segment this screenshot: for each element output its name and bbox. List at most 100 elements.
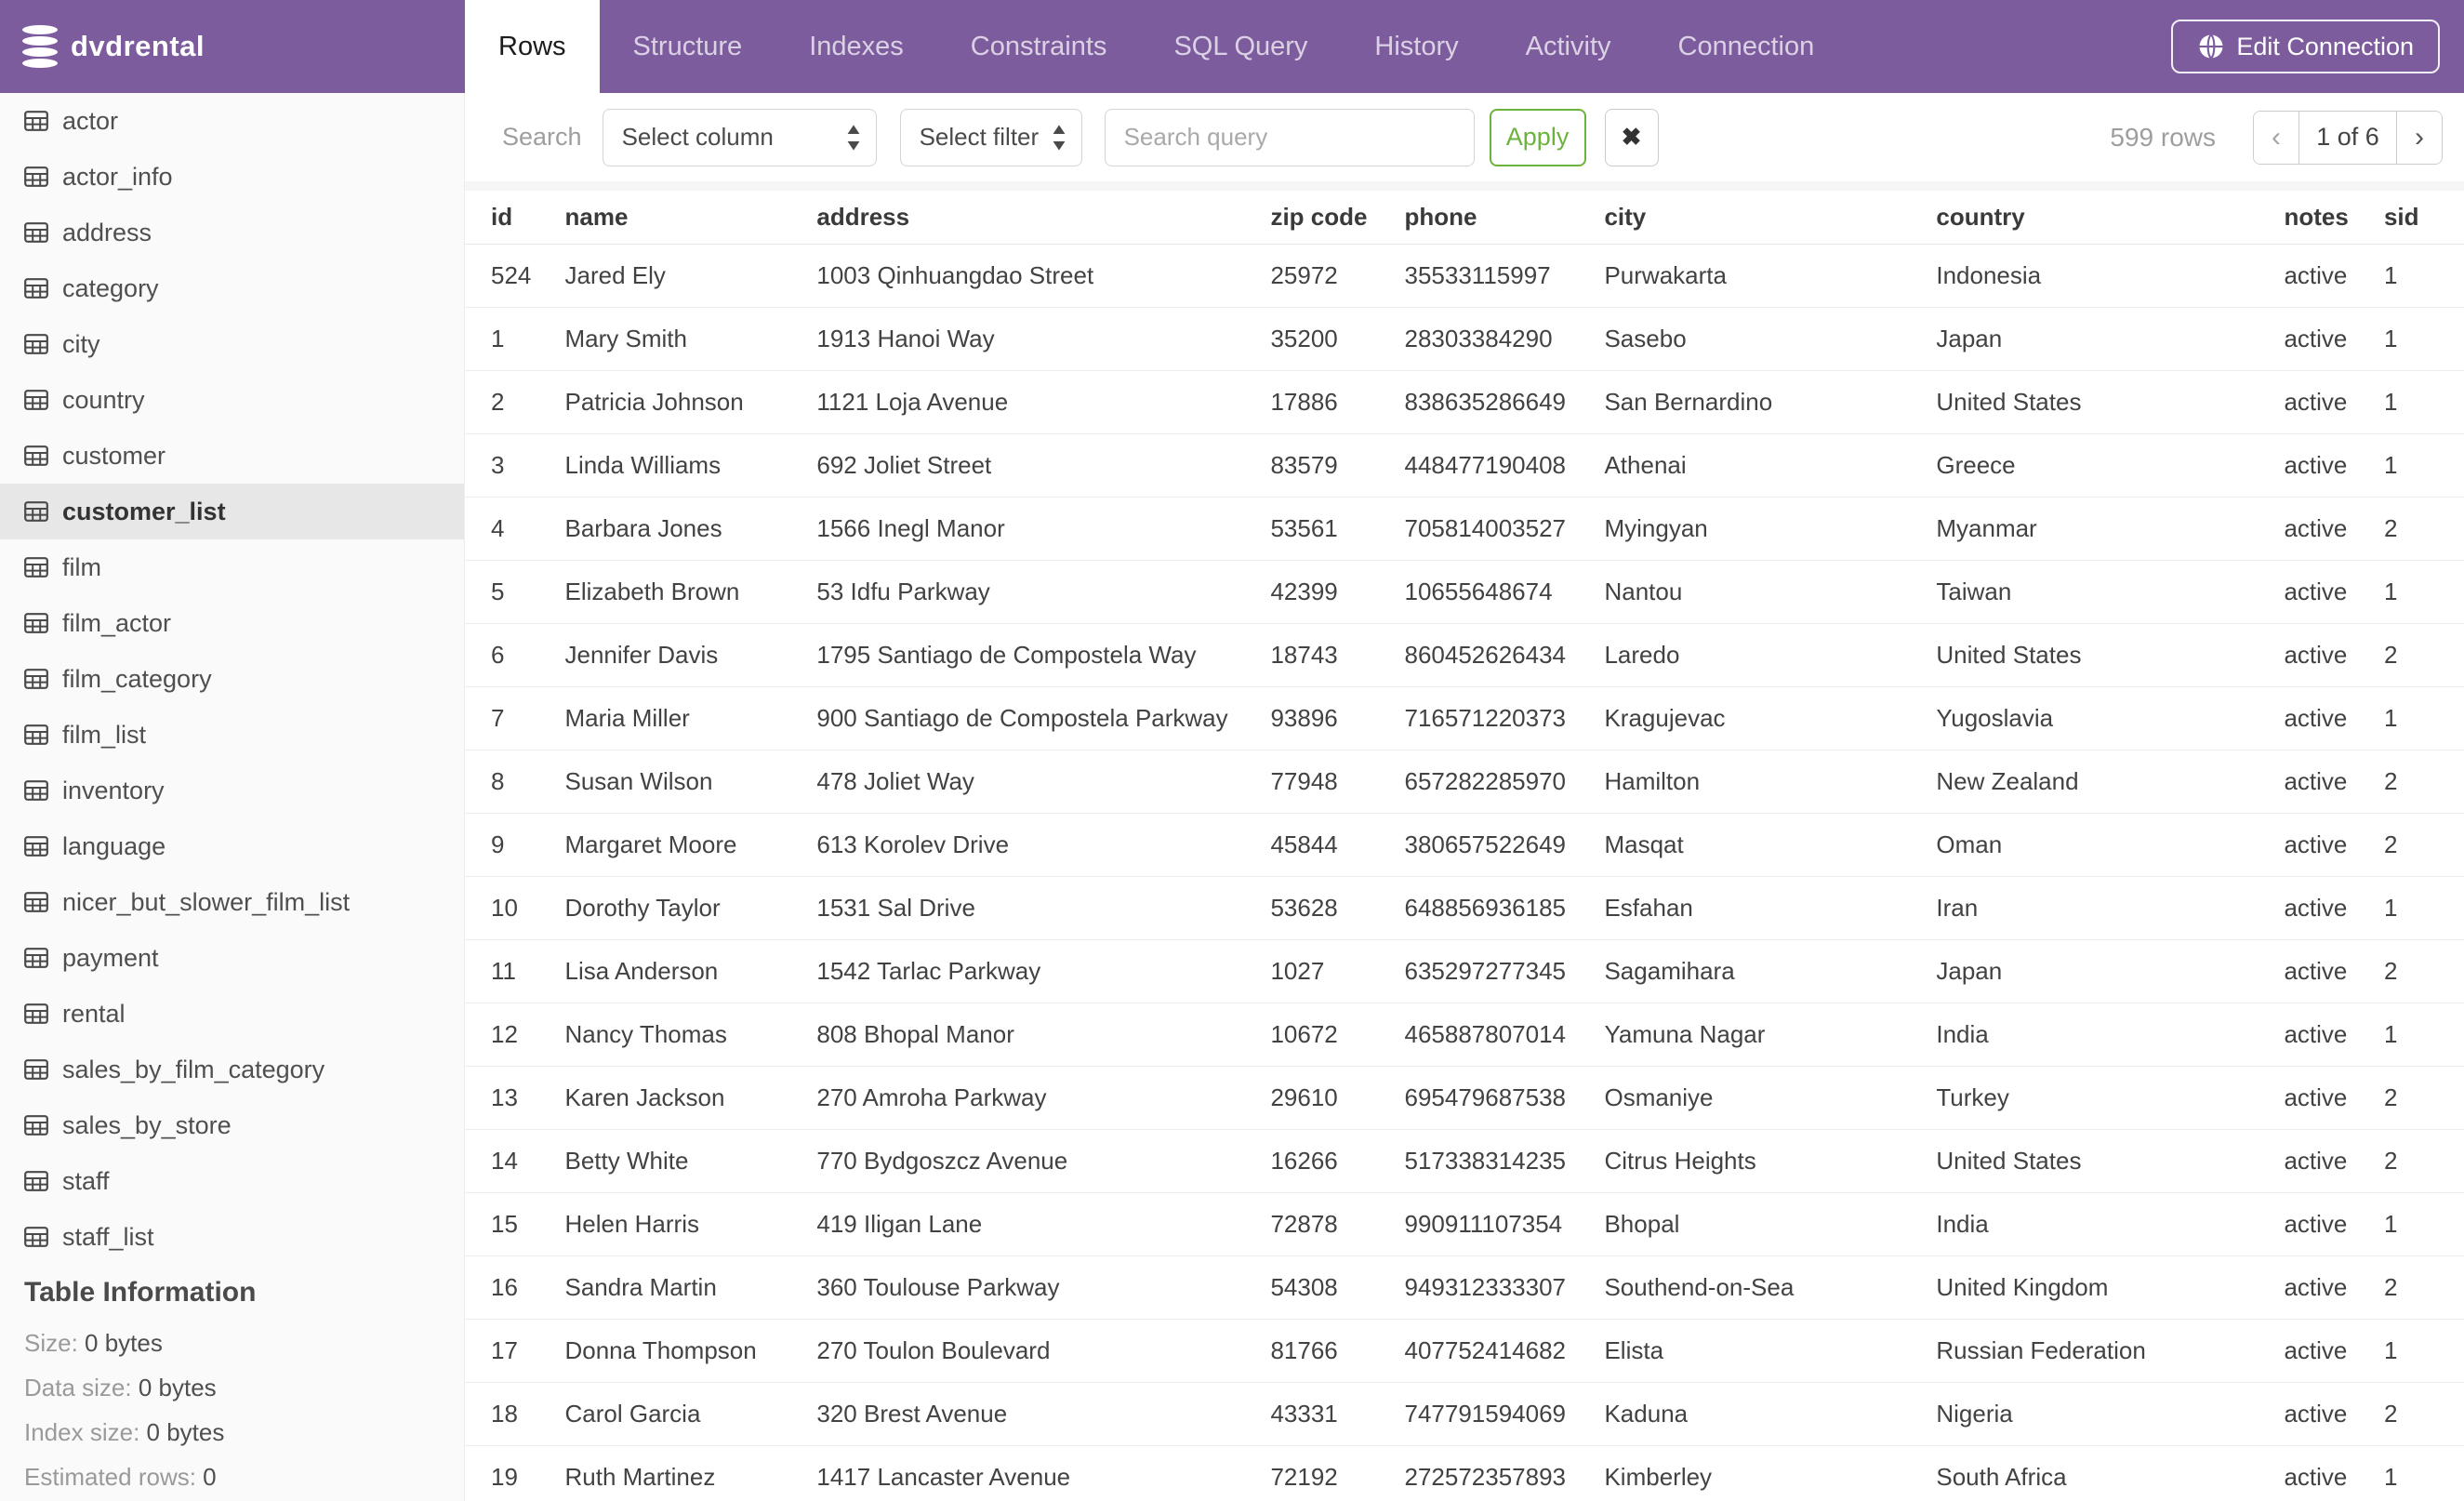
column-header-city[interactable]: city bbox=[1604, 191, 1937, 245]
table-cell: 635297277345 bbox=[1404, 939, 1605, 1003]
sidebar-item-label: language bbox=[62, 831, 166, 860]
sidebar-item-language[interactable]: language bbox=[0, 818, 464, 874]
sidebar-item-city[interactable]: city bbox=[0, 316, 464, 372]
table-cell: 838635286649 bbox=[1404, 370, 1605, 434]
table-row[interactable]: 13 Karen Jackson 270 Amroha Parkway 29610 69… bbox=[465, 1066, 2464, 1130]
table-row[interactable]: 524 Jared Ely 1003 Qinhuangdao Street 25972… bbox=[465, 244, 2464, 308]
sidebar-item-customer[interactable]: customer bbox=[0, 428, 464, 484]
table-cell: active bbox=[2284, 876, 2384, 940]
tab-indexes[interactable]: Indexes bbox=[775, 0, 937, 93]
table-cell: 407752414682 bbox=[1404, 1319, 1605, 1383]
table-row[interactable]: 15 Helen Harris 419 Iligan Lane 72878 990911… bbox=[465, 1192, 2464, 1256]
sidebar-item-inventory[interactable]: inventory bbox=[0, 763, 464, 818]
sidebar-item-staff_list[interactable]: staff_list bbox=[0, 1209, 464, 1265]
table-cell: 35200 bbox=[1270, 307, 1405, 371]
tab-history[interactable]: History bbox=[1341, 0, 1491, 93]
sidebar-item-film_actor[interactable]: film_actor bbox=[0, 595, 464, 651]
table-icon bbox=[24, 222, 48, 243]
column-header-zip-code[interactable]: zip code bbox=[1270, 191, 1405, 245]
apply-button[interactable]: Apply bbox=[1489, 108, 1586, 166]
column-select[interactable]: Select column bbox=[602, 108, 877, 166]
sidebar-item-actor_info[interactable]: actor_info bbox=[0, 149, 464, 205]
table-row[interactable]: 7 Maria Miller 900 Santiago de Compostela … bbox=[465, 686, 2464, 750]
table-icon bbox=[24, 780, 48, 801]
table-cell: 7 bbox=[465, 686, 565, 750]
table-icon bbox=[24, 557, 48, 578]
table-row[interactable]: 4 Barbara Jones 1566 Inegl Manor 53561 70581… bbox=[465, 497, 2464, 561]
table-cell: Kragujevac bbox=[1604, 686, 1937, 750]
table-cell: Myingyan bbox=[1604, 497, 1937, 561]
sidebar-item-sales_by_store[interactable]: sales_by_store bbox=[0, 1097, 464, 1153]
table-cell: Greece bbox=[1936, 433, 2285, 498]
filter-select[interactable]: Select filter bbox=[899, 108, 1082, 166]
tab-sql-query[interactable]: SQL Query bbox=[1140, 0, 1341, 93]
table-cell: 2 bbox=[2383, 750, 2464, 814]
sidebar-item-customer_list[interactable]: customer_list bbox=[0, 484, 464, 539]
table-row[interactable]: 8 Susan Wilson 478 Joliet Way 77948 65728228… bbox=[465, 750, 2464, 814]
table-cell: 18743 bbox=[1270, 623, 1405, 687]
table-row[interactable]: 10 Dorothy Taylor 1531 Sal Drive 53628 64885… bbox=[465, 876, 2464, 940]
sidebar-item-country[interactable]: country bbox=[0, 372, 464, 428]
sidebar-item-label: actor bbox=[62, 106, 119, 135]
table-row[interactable]: 2 Patricia Johnson 1121 Loja Avenue 17886 83… bbox=[465, 370, 2464, 434]
sidebar-item-address[interactable]: address bbox=[0, 205, 464, 260]
tab-rows[interactable]: Rows bbox=[465, 0, 600, 93]
column-header-phone[interactable]: phone bbox=[1404, 191, 1605, 245]
table-cell: 2 bbox=[2383, 497, 2464, 561]
sidebar-item-category[interactable]: category bbox=[0, 260, 464, 316]
sidebar-item-nicer_but_slower_film_list[interactable]: nicer_but_slower_film_list bbox=[0, 874, 464, 930]
clear-search-button[interactable]: ✖ bbox=[1604, 108, 1659, 166]
tab-structure[interactable]: Structure bbox=[600, 0, 776, 93]
next-page-button[interactable]: › bbox=[2397, 111, 2442, 164]
tab-constraints[interactable]: Constraints bbox=[937, 0, 1141, 93]
table-row[interactable]: 16 Sandra Martin 360 Toulouse Parkway 54308… bbox=[465, 1255, 2464, 1320]
tab-activity[interactable]: Activity bbox=[1492, 0, 1645, 93]
app-window: dvdrental Rows Structure Indexes Constraint… bbox=[0, 0, 2464, 1501]
table-row[interactable]: 17 Donna Thompson 270 Toulon Boulevard 8176… bbox=[465, 1319, 2464, 1383]
table-cell: Hamilton bbox=[1604, 750, 1937, 814]
table-row[interactable]: 19 Ruth Martinez 1417 Lancaster Avenue 7219… bbox=[465, 1445, 2464, 1501]
column-header-address[interactable]: address bbox=[816, 191, 1271, 245]
tab-connection[interactable]: Connection bbox=[1645, 0, 1848, 93]
sidebar-item-film_list[interactable]: film_list bbox=[0, 707, 464, 763]
sidebar-item-rental[interactable]: rental bbox=[0, 986, 464, 1042]
column-header-sid[interactable]: sid bbox=[2383, 191, 2464, 245]
table-row[interactable]: 12 Nancy Thomas 808 Bhopal Manor 10672 46588… bbox=[465, 1003, 2464, 1067]
table-cell: 770 Bydgoszcz Avenue bbox=[816, 1129, 1271, 1193]
table-cell: 16 bbox=[465, 1255, 565, 1320]
table-row[interactable]: 1 Mary Smith 1913 Hanoi Way 35200 2830338429… bbox=[465, 307, 2464, 371]
sidebar-item-label: payment bbox=[62, 943, 159, 972]
edit-connection-button[interactable]: Edit Connection bbox=[2171, 20, 2440, 73]
table-row[interactable]: 9 Margaret Moore 613 Korolev Drive 45844 380… bbox=[465, 813, 2464, 877]
column-header-id[interactable]: id bbox=[465, 191, 565, 245]
table-cell: Esfahan bbox=[1604, 876, 1937, 940]
sidebar-item-label: actor_info bbox=[62, 162, 173, 191]
sidebar-item-film_category[interactable]: film_category bbox=[0, 651, 464, 707]
table-cell: 2 bbox=[465, 370, 565, 434]
sidebar-item-sales_by_film_category[interactable]: sales_by_film_category bbox=[0, 1042, 464, 1097]
table-cell: 747791594069 bbox=[1404, 1382, 1605, 1446]
sidebar-item-film[interactable]: film bbox=[0, 539, 464, 595]
sidebar-item-payment[interactable]: payment bbox=[0, 930, 464, 986]
column-header-notes[interactable]: notes bbox=[2284, 191, 2384, 245]
table-cell: 448477190408 bbox=[1404, 433, 1605, 498]
table-info-line: Data size: 0 bytes bbox=[24, 1365, 464, 1410]
table-cell: India bbox=[1936, 1192, 2285, 1256]
sidebar-item-label: nicer_but_slower_film_list bbox=[62, 887, 351, 916]
column-header-country[interactable]: country bbox=[1936, 191, 2285, 245]
table-row[interactable]: 14 Betty White 770 Bydgoszcz Avenue 16266 51… bbox=[465, 1129, 2464, 1193]
table-row[interactable]: 5 Elizabeth Brown 53 Idfu Parkway 42399 1065… bbox=[465, 560, 2464, 624]
sidebar-item-staff[interactable]: staff bbox=[0, 1153, 464, 1209]
table-row[interactable]: 18 Carol Garcia 320 Brest Avenue 43331 74779… bbox=[465, 1382, 2464, 1446]
table-cell: active bbox=[2284, 1382, 2384, 1446]
previous-page-button[interactable]: ‹ bbox=[2254, 111, 2298, 164]
table-row[interactable]: 6 Jennifer Davis 1795 Santiago de Composte… bbox=[465, 623, 2464, 687]
column-header-name[interactable]: name bbox=[564, 191, 817, 245]
table-row[interactable]: 11 Lisa Anderson 1542 Tarlac Parkway 1027 63… bbox=[465, 939, 2464, 1003]
sidebar-item-actor[interactable]: actor bbox=[0, 93, 464, 149]
search-input[interactable] bbox=[1104, 108, 1475, 166]
table-cell: Kimberley bbox=[1604, 1445, 1937, 1501]
table-cell: 1531 Sal Drive bbox=[816, 876, 1271, 940]
table-cell: 10 bbox=[465, 876, 565, 940]
table-row[interactable]: 3 Linda Williams 692 Joliet Street 83579 448… bbox=[465, 433, 2464, 498]
